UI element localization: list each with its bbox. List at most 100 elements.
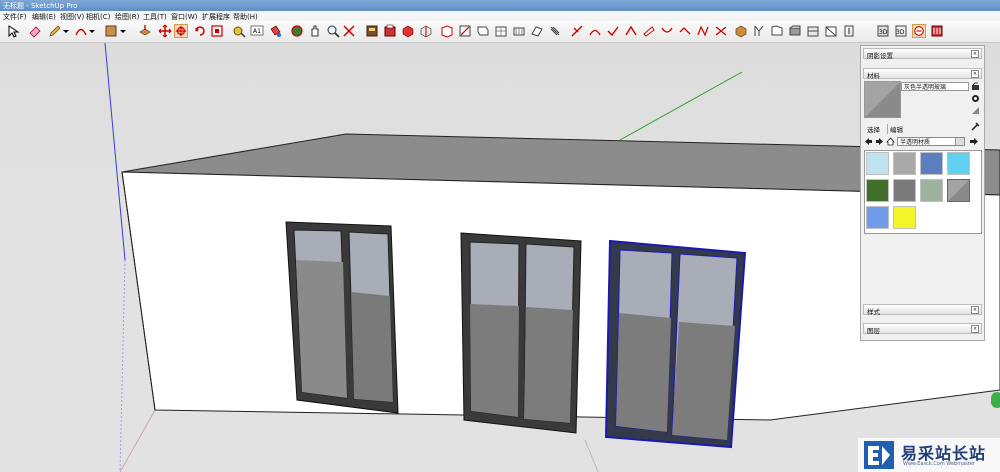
bottom-view-icon[interactable] (678, 24, 692, 38)
tray-shadow-settings[interactable]: 阴影设置 × (863, 48, 982, 60)
eraser-icon[interactable] (28, 24, 42, 38)
material-library-value: 半透明材质 (900, 139, 931, 146)
monochrome-icon[interactable] (824, 24, 838, 38)
swatch-cyan-glass[interactable] (947, 152, 970, 175)
zoom-icon[interactable] (326, 24, 340, 38)
zoom-extents-icon[interactable] (342, 24, 356, 38)
svg-text:3D: 3D (879, 29, 888, 36)
tray-shadow-label: 阴影设置 (867, 52, 893, 60)
select-icon[interactable] (6, 24, 20, 38)
iso-view-icon[interactable] (570, 24, 584, 38)
dropdown-arrow-icon[interactable] (62, 24, 70, 38)
close-icon[interactable]: × (971, 70, 979, 78)
details-arrow-icon[interactable] (969, 137, 979, 146)
material-preview-swatch[interactable] (864, 81, 901, 118)
swatch-light-blue-glass[interactable] (866, 152, 889, 175)
arc-icon[interactable] (74, 24, 88, 38)
material-library-select[interactable]: 半透明材质 (897, 137, 965, 146)
tray-styles-label: 样式 (867, 308, 880, 316)
modeling-viewport[interactable] (0, 43, 1000, 472)
orbit-icon[interactable] (290, 24, 304, 38)
left-view-icon[interactable] (660, 24, 674, 38)
swatch-gray-translucent[interactable] (947, 179, 970, 202)
create-material-icon[interactable] (971, 82, 980, 91)
window-left[interactable] (285, 221, 399, 414)
xray-icon[interactable] (734, 24, 748, 38)
outer-shell-icon[interactable] (530, 24, 544, 38)
wireframe-icon[interactable] (752, 24, 766, 38)
rectangle-icon[interactable] (104, 24, 118, 38)
floating-help-button[interactable] (991, 392, 1000, 408)
section-cuts-icon[interactable] (930, 24, 944, 38)
right-view-icon[interactable] (624, 24, 638, 38)
fog-icon[interactable]: 3D (894, 24, 908, 38)
dropdown-arrow-icon[interactable] (88, 24, 96, 38)
walk-icon[interactable] (714, 24, 728, 38)
sample-paint-icon[interactable] (971, 106, 980, 115)
move-icon[interactable] (158, 24, 172, 38)
watermark-url: Www.Easck.Com Webmaster (903, 461, 975, 467)
section-icon[interactable] (458, 24, 472, 38)
default-tray: 阴影设置 × 材料 × 灰色半透明玻璃 选择 编辑 半透明材质 样式 × 图层 … (860, 45, 985, 341)
tray-materials[interactable]: 材料 × (863, 68, 982, 80)
shadows-icon[interactable]: 3D (876, 24, 890, 38)
swatch-frosted-gray[interactable] (893, 152, 916, 175)
window-title: 无标题 - SketchUp Pro (3, 2, 78, 10)
perspective-icon[interactable] (696, 24, 710, 38)
svg-text:A1: A1 (253, 28, 261, 35)
section-planes-icon[interactable] (912, 24, 926, 38)
dropdown-arrow-icon[interactable] (119, 24, 127, 38)
tab-select[interactable]: 选择 (867, 124, 880, 134)
material-name-field[interactable]: 灰色半透明玻璃 (901, 82, 969, 91)
eyedropper-icon[interactable] (971, 122, 980, 131)
front-view-icon[interactable] (606, 24, 620, 38)
window-middle[interactable] (460, 232, 582, 434)
rotate-icon[interactable] (174, 24, 188, 38)
tab-edit[interactable]: 编辑 (887, 124, 903, 134)
tray-styles[interactable]: 样式 × (863, 304, 982, 316)
follow-me-icon[interactable] (494, 24, 508, 38)
shaded-icon[interactable] (788, 24, 802, 38)
window-right-selected[interactable] (604, 239, 747, 449)
warehouse-icon[interactable] (365, 24, 379, 38)
intersect-icon[interactable] (512, 24, 526, 38)
sandbox-icon[interactable] (440, 24, 454, 38)
solid-tools-icon[interactable] (476, 24, 490, 38)
swatch-yellow-glass[interactable] (893, 206, 916, 229)
paint-bucket-icon[interactable] (268, 24, 282, 38)
swatch-sky-reflection[interactable] (920, 152, 943, 175)
top-view-icon[interactable] (588, 24, 602, 38)
subtract-icon[interactable] (548, 24, 562, 38)
hidden-line-icon[interactable] (770, 24, 784, 38)
swatch-blue-glass[interactable] (866, 206, 889, 229)
back-arrow-icon[interactable] (864, 137, 873, 146)
close-icon[interactable]: × (971, 325, 979, 333)
components-icon[interactable] (401, 24, 415, 38)
pencil-icon[interactable] (48, 24, 62, 38)
extension-warehouse-icon[interactable] (383, 24, 397, 38)
tape-measure-icon[interactable] (232, 24, 246, 38)
swatch-green-glass[interactable] (866, 179, 889, 202)
push-pull-icon[interactable] (138, 24, 152, 38)
close-icon[interactable]: × (971, 306, 979, 314)
material-swatch-grid (864, 150, 982, 234)
default-material-icon[interactable] (971, 94, 980, 103)
tray-layers[interactable]: 图层 × (863, 323, 982, 335)
main-toolbar: A1 3D 3D (0, 21, 1000, 43)
pan-icon[interactable] (308, 24, 322, 38)
forward-arrow-icon[interactable] (875, 137, 884, 146)
text-icon[interactable]: A1 (250, 24, 264, 38)
tray-materials-label: 材料 (867, 72, 880, 80)
styles-icon[interactable] (419, 24, 433, 38)
back-view-icon[interactable] (642, 24, 656, 38)
chevron-down-icon[interactable] (955, 138, 964, 145)
back-edges-icon[interactable] (842, 24, 856, 38)
swatch-green-stripes[interactable] (920, 179, 943, 202)
scale-icon[interactable] (193, 24, 207, 38)
home-icon[interactable] (886, 137, 895, 146)
title-bar: 无标题 - SketchUp Pro (0, 0, 1000, 11)
swatch-gray-grid[interactable] (893, 179, 916, 202)
offset-icon[interactable] (210, 24, 224, 38)
close-icon[interactable]: × (971, 50, 979, 58)
textured-icon[interactable] (806, 24, 820, 38)
